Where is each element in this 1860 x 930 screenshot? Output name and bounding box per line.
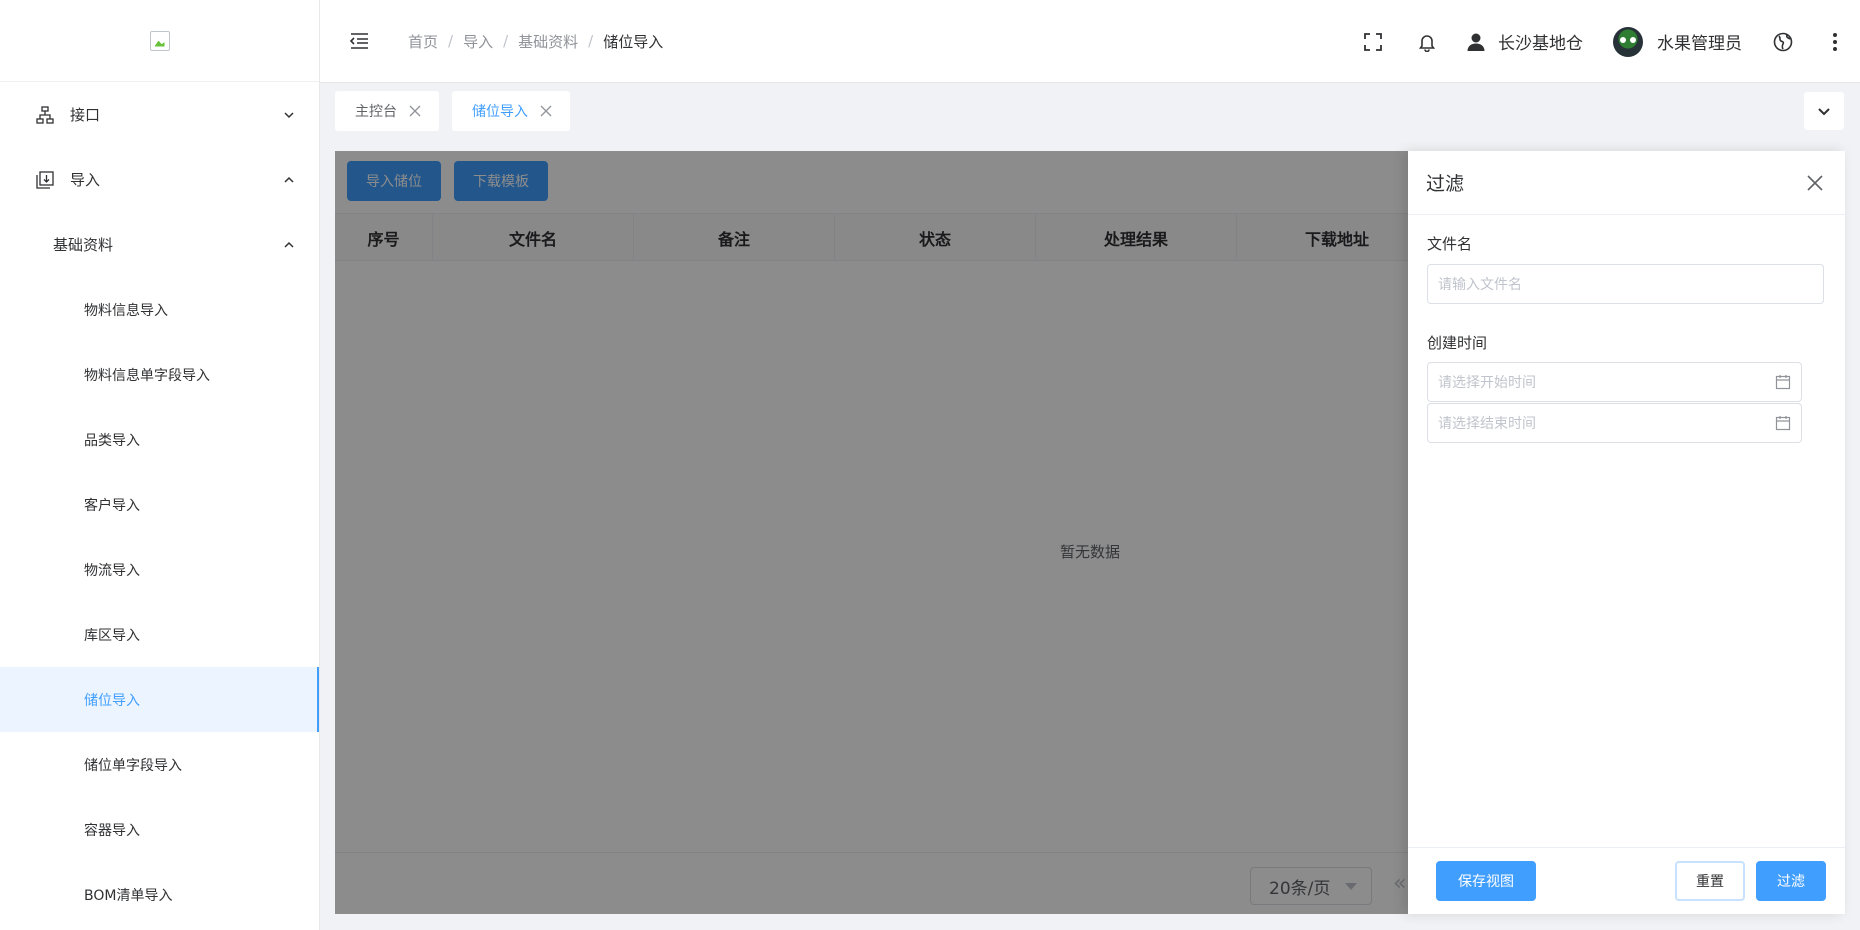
menu-import[interactable]: 导入	[0, 147, 319, 212]
drawer-footer: 保存视图 重置 过滤	[1408, 847, 1845, 914]
breadcrumb: 首页 / 导入 / 基础资料 / 储位导入	[408, 31, 663, 52]
sidebar-item-material-import[interactable]: 物料信息导入	[0, 277, 319, 342]
sidebar-item-label: 物料信息导入	[84, 302, 168, 319]
tab-location-import[interactable]: 储位导入	[452, 91, 570, 131]
avatar[interactable]	[1613, 26, 1643, 57]
more-vertical-icon[interactable]	[1824, 31, 1846, 53]
sidebar-item-label: 客户导入	[84, 497, 140, 514]
sidebar-item-label: 库区导入	[84, 627, 140, 644]
logo	[0, 0, 319, 82]
sidebar-item-label: 储位单字段导入	[84, 757, 182, 774]
breadcrumb-basic-data[interactable]: 基础资料	[518, 31, 578, 52]
chevron-down-icon	[1818, 108, 1830, 116]
chevron-down-icon	[284, 111, 294, 118]
breadcrumb-separator: /	[588, 32, 594, 50]
filter-drawer: 过滤 文件名 请输入文件名 创建时间 请选择开始时间 请选择结束时间 保存视图 …	[1408, 151, 1845, 914]
filename-label: 文件名	[1427, 235, 1473, 253]
menu-import-label: 导入	[70, 171, 101, 189]
sidebar-item-label: BOM清单导入	[84, 887, 173, 904]
sidebar-item-material-single-field-import[interactable]: 物料信息单字段导入	[0, 342, 319, 407]
sidebar-item-label: 物流导入	[84, 562, 140, 579]
tabs-bar: 主控台 储位导入	[320, 83, 1860, 138]
sidebar-item-customer-import[interactable]: 客户导入	[0, 472, 319, 537]
breadcrumb-current: 储位导入	[603, 32, 664, 51]
reset-button[interactable]: 重置	[1675, 861, 1745, 901]
sidebar-item-bom-import[interactable]: BOM清单导入	[0, 862, 319, 927]
filename-input[interactable]: 请输入文件名	[1427, 264, 1824, 304]
menu-basic-data[interactable]: 基础资料	[0, 212, 319, 277]
store-name: 长沙基地仓	[1498, 34, 1583, 54]
end-time-placeholder: 请选择结束时间	[1438, 416, 1536, 432]
close-icon[interactable]	[540, 105, 552, 117]
sidebar-item-zone-import[interactable]: 库区导入	[0, 602, 319, 667]
end-time-picker[interactable]: 请选择结束时间	[1427, 403, 1802, 443]
fullscreen-icon[interactable]	[1362, 31, 1384, 53]
menu-interface[interactable]: 接口	[0, 82, 319, 147]
menu-fold-icon[interactable]	[348, 30, 370, 52]
sidebar-item-category-import[interactable]: 品类导入	[0, 407, 319, 472]
sidebar-item-label: 品类导入	[84, 432, 140, 449]
sidebar-item-location-import[interactable]: 储位导入	[0, 667, 319, 732]
user-icon	[1467, 33, 1485, 51]
import-icon	[34, 169, 56, 191]
filename-placeholder: 请输入文件名	[1438, 277, 1522, 293]
close-icon[interactable]	[409, 105, 421, 117]
tab-dashboard[interactable]: 主控台	[335, 91, 439, 131]
drawer-mask[interactable]	[335, 151, 1410, 914]
calendar-icon	[1775, 416, 1791, 431]
close-icon[interactable]	[1805, 173, 1825, 193]
tabs-dropdown-button[interactable]	[1804, 92, 1844, 130]
tab-label: 储位导入	[472, 104, 528, 120]
drawer-title: 过滤	[1426, 173, 1465, 195]
breadcrumb-import[interactable]: 导入	[463, 31, 493, 52]
header-actions: 长沙基地仓 水果管理员	[1362, 0, 1860, 83]
save-view-button[interactable]: 保存视图	[1436, 861, 1536, 901]
breadcrumb-separator: /	[448, 32, 454, 50]
bell-icon[interactable]	[1416, 31, 1438, 53]
sidebar: 接口 导入 基础资料 物料信息导入 物料信息单字段导入 品类导入 客户导入 物流…	[0, 0, 320, 930]
globe-icon[interactable]	[1772, 31, 1794, 53]
start-time-picker[interactable]: 请选择开始时间	[1427, 362, 1802, 402]
start-time-placeholder: 请选择开始时间	[1438, 375, 1536, 391]
sidebar-item-location-single-field-import[interactable]: 储位单字段导入	[0, 732, 319, 797]
calendar-icon	[1775, 375, 1791, 390]
tab-label: 主控台	[355, 104, 397, 120]
breadcrumb-separator: /	[503, 32, 509, 50]
user-name[interactable]: 水果管理员	[1657, 29, 1742, 54]
menu-interface-label: 接口	[70, 106, 101, 124]
sidebar-item-label: 物料信息单字段导入	[84, 367, 210, 384]
created-time-label: 创建时间	[1427, 334, 1488, 352]
store-switcher[interactable]: 长沙基地仓	[1466, 29, 1583, 54]
filter-button[interactable]: 过滤	[1756, 861, 1826, 901]
sidebar-item-label: 容器导入	[84, 822, 140, 839]
drawer-header: 过滤	[1408, 151, 1845, 215]
sidebar-item-label: 储位导入	[84, 692, 140, 709]
header: 首页 / 导入 / 基础资料 / 储位导入 长沙基地仓 水果管理员	[320, 0, 1860, 83]
breadcrumb-home[interactable]: 首页	[408, 31, 438, 52]
chevron-up-icon	[284, 241, 294, 248]
chevron-up-icon	[284, 176, 294, 183]
sitemap-icon	[34, 104, 56, 126]
sidebar-item-logistics-import[interactable]: 物流导入	[0, 537, 319, 602]
sidebar-item-container-import[interactable]: 容器导入	[0, 797, 319, 862]
broken-image-icon	[149, 30, 170, 51]
menu-basic-data-label: 基础资料	[53, 236, 114, 254]
